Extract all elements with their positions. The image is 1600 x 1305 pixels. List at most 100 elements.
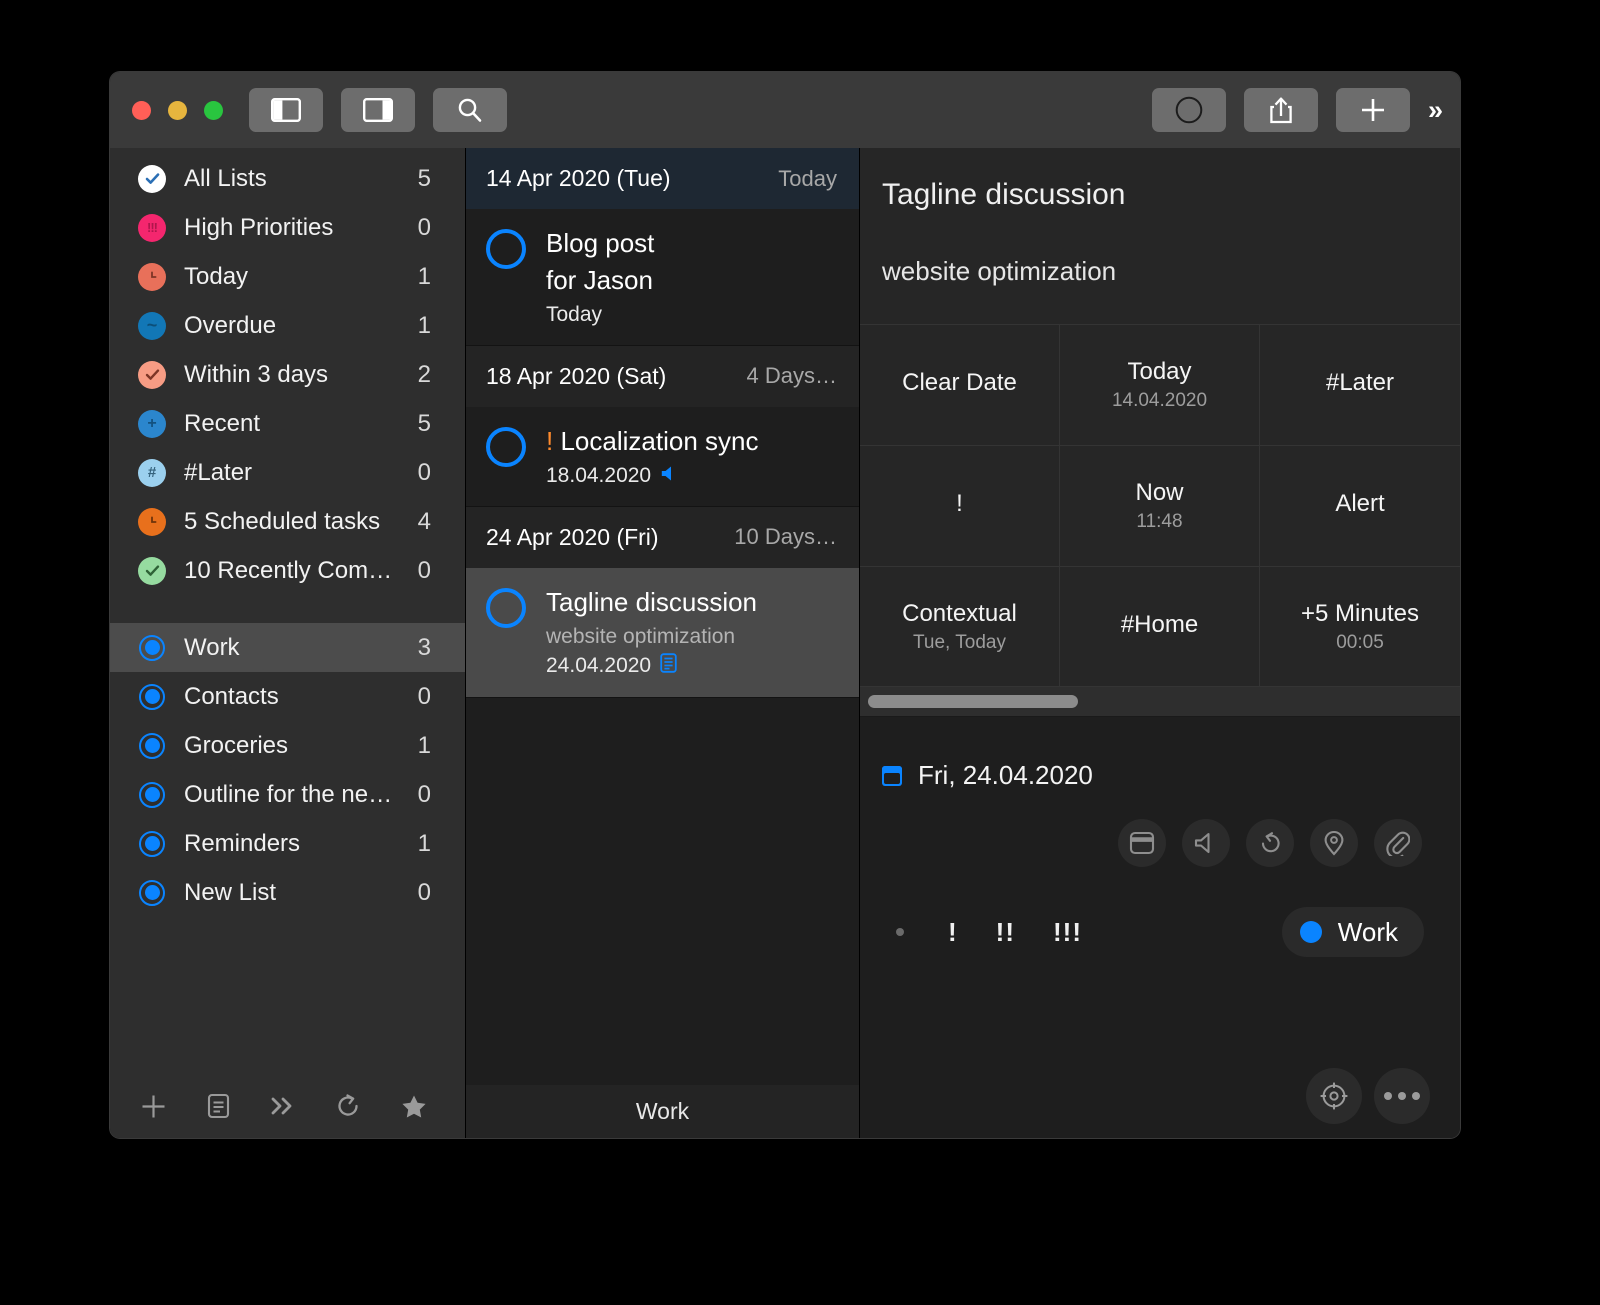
sidebar-item-high-priorities[interactable]: !!! High Priorities 0 <box>110 203 465 252</box>
sidebar-item-groceries[interactable]: Groceries 1 <box>110 721 465 770</box>
priority-low-button[interactable]: ! <box>948 917 958 948</box>
quick-actions-grid: Clear Date Today 14.04.2020 #Later ! Now <box>860 324 1460 687</box>
sidebar-item-scheduled-tasks[interactable]: 5 Scheduled tasks 4 <box>110 497 465 546</box>
task-group-header[interactable]: 14 Apr 2020 (Tue) Today <box>466 148 859 209</box>
task-checkbox[interactable] <box>486 426 526 467</box>
sidebar-item-recent[interactable]: + Recent 5 <box>110 399 465 448</box>
sidebar-item-work[interactable]: Work 3 <box>110 623 465 672</box>
toggle-sidebar-button[interactable] <box>249 88 323 132</box>
overflow-menu-button[interactable]: » <box>1428 96 1443 124</box>
task-meta: 24.04.2020 <box>546 652 839 679</box>
sidebar-item-count: 0 <box>417 556 431 584</box>
sidebar-item-count: 5 <box>417 164 431 192</box>
horizontal-scrollbar[interactable] <box>860 687 1460 717</box>
list-color-dot <box>1299 921 1322 943</box>
sidebar-item-label: Overdue <box>184 311 277 339</box>
new-note-button[interactable] <box>207 1093 230 1119</box>
task-checkbox[interactable] <box>486 229 526 269</box>
alert-speaker-icon-button[interactable] <box>1182 819 1230 867</box>
quick-action-sublabel: 11:48 <box>1136 511 1183 532</box>
repeat-icon-button[interactable] <box>1246 819 1294 867</box>
scrollbar-thumb[interactable] <box>868 695 1079 708</box>
sidebar-item-label: All Lists <box>184 164 267 192</box>
chevrons-right-icon <box>271 1097 292 1115</box>
task-row[interactable]: Tagline discussion website optimization … <box>466 567 859 698</box>
more-options-button[interactable] <box>1374 1068 1430 1124</box>
sidebar-item-new-list[interactable]: New List 0 <box>110 868 465 917</box>
sidebar-item-later[interactable]: # #Later 0 <box>110 448 465 497</box>
assigned-list-chip[interactable]: Work <box>1281 907 1424 957</box>
detail-note[interactable]: website optimization <box>860 212 1460 287</box>
refresh-button[interactable] <box>336 1093 361 1119</box>
sidebar-item-reminders[interactable]: Reminders 1 <box>110 819 465 868</box>
quick-action-label: Contextual <box>902 599 1017 627</box>
contextual-action[interactable]: Contextual Tue, Today <box>860 567 1060 687</box>
alert-action[interactable]: Alert <box>1260 446 1460 567</box>
sidebar-item-count: 1 <box>417 262 431 290</box>
now-action[interactable]: Now 11:48 <box>1060 446 1260 567</box>
share-button[interactable] <box>1243 88 1318 132</box>
plus-five-minutes-action[interactable]: +5 Minutes 00:05 <box>1260 567 1460 687</box>
favorites-button[interactable] <box>401 1094 427 1119</box>
sidebar-item-overdue[interactable]: ~ Overdue 1 <box>110 301 465 350</box>
quick-action-label: Clear Date <box>902 369 1017 396</box>
hash-circle-icon: # <box>138 458 166 487</box>
target-icon <box>1320 1082 1348 1110</box>
group-relative: 4 Days… <box>746 363 837 389</box>
sidebar-item-today[interactable]: Today 1 <box>110 252 465 301</box>
note-attachment-icon <box>660 652 677 679</box>
complete-button[interactable] <box>1151 88 1226 132</box>
sidebar-item-contacts[interactable]: Contacts 0 <box>110 672 465 721</box>
task-content: Blog post for Jason Today <box>546 225 839 327</box>
task-row[interactable]: Blog post for Jason Today <box>466 209 859 346</box>
detail-title[interactable]: Tagline discussion <box>860 148 1460 212</box>
due-date-value: Fri, 24.04.2020 <box>918 760 1093 790</box>
close-window-button[interactable] <box>132 100 151 120</box>
detail-lower-section: Fri, 24.04.2020 ! !! !!! Work <box>860 717 1460 1138</box>
priority-none-button[interactable] <box>896 928 904 936</box>
priority-action[interactable]: ! <box>860 446 1060 567</box>
later-tag-action[interactable]: #Later <box>1260 325 1460 446</box>
due-date-row[interactable]: Fri, 24.04.2020 <box>860 717 1460 791</box>
sidebar-item-count: 1 <box>417 829 431 857</box>
focus-target-button[interactable] <box>1306 1068 1362 1124</box>
task-group-header[interactable]: 18 Apr 2020 (Sat) 4 Days… <box>466 345 859 407</box>
expand-button[interactable] <box>270 1095 296 1117</box>
sidebar-item-count: 0 <box>417 780 431 808</box>
task-title: ! Localization sync <box>546 423 839 460</box>
sidebar-scroll-area: All Lists 5 !!! High Priorities 0 Today … <box>110 148 465 1074</box>
home-tag-action[interactable]: #Home <box>1060 567 1260 687</box>
maximize-window-button[interactable] <box>204 100 223 120</box>
sidebar-item-within-3-days[interactable]: Within 3 days 2 <box>110 350 465 399</box>
quick-action-label: Alert <box>1335 490 1385 517</box>
clear-date-action[interactable]: Clear Date <box>860 325 1060 446</box>
quick-action-label: ! <box>956 490 963 517</box>
title-bar-right-actions: » <box>1151 88 1443 132</box>
add-list-button[interactable] <box>140 1093 167 1120</box>
toggle-detail-button[interactable] <box>341 88 415 132</box>
task-title-text: Localization sync <box>560 425 759 456</box>
minimize-window-button[interactable] <box>168 100 187 120</box>
task-checkbox[interactable] <box>486 587 526 628</box>
add-task-button[interactable] <box>1335 88 1410 132</box>
sidebar-item-all-lists[interactable]: All Lists 5 <box>110 154 465 203</box>
task-priority-marker: ! <box>546 425 554 456</box>
search-button[interactable] <box>433 88 507 132</box>
location-pin-icon <box>1324 830 1344 856</box>
attachment-paperclip-icon-button[interactable] <box>1374 819 1422 867</box>
sidebar-left-icon <box>271 98 301 122</box>
note-icon <box>207 1093 230 1119</box>
window-body: All Lists 5 !!! High Priorities 0 Today … <box>110 148 1460 1138</box>
calendar-icon-button[interactable] <box>1118 819 1166 867</box>
attribute-icon-row <box>860 791 1460 867</box>
sidebar-item-recently-completed[interactable]: 10 Recently Com… 0 <box>110 546 465 595</box>
priority-medium-button[interactable]: !! <box>996 917 1015 948</box>
check-circle-icon <box>138 556 166 585</box>
task-group-header[interactable]: 24 Apr 2020 (Fri) 10 Days… <box>466 506 859 568</box>
sidebar-item-label: Outline for the ne… <box>184 780 393 808</box>
task-row[interactable]: ! Localization sync 18.04.2020 <box>466 406 859 507</box>
location-pin-icon-button[interactable] <box>1310 819 1358 867</box>
priority-high-button[interactable]: !!! <box>1053 917 1082 948</box>
today-action[interactable]: Today 14.04.2020 <box>1060 325 1260 446</box>
sidebar-item-outline[interactable]: Outline for the ne… 0 <box>110 770 465 819</box>
